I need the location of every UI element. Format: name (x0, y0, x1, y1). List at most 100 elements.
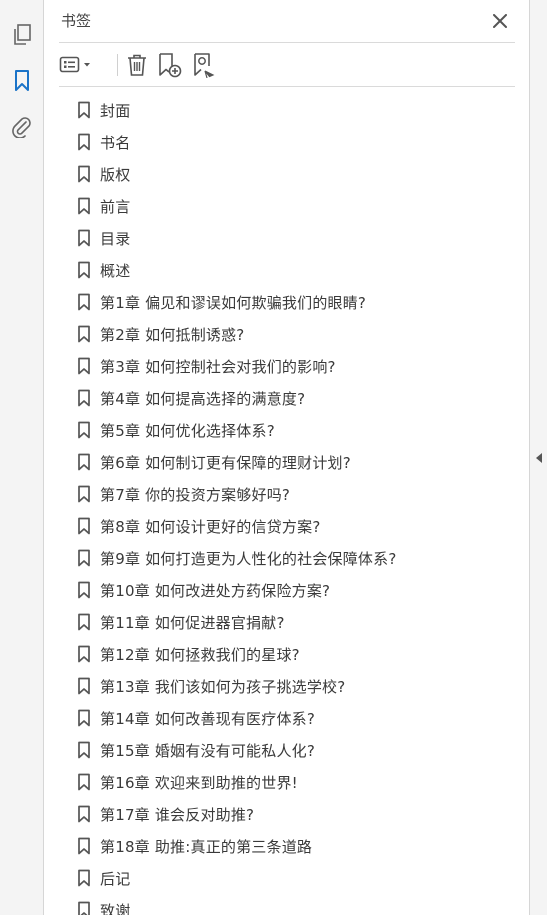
bookmark-icon (77, 325, 91, 343)
bookmark-label: 第12章 如何拯救我们的星球? (100, 646, 300, 664)
bookmark-label: 第13章 我们该如何为孩子挑选学校? (100, 678, 346, 696)
bookmark-label: 第1章 偏见和谬误如何欺骗我们的眼睛? (100, 294, 367, 312)
bookmark-item[interactable]: 书名 (59, 126, 505, 158)
bookmark-label: 第7章 你的投资方案够好吗? (100, 486, 291, 504)
bookmark-icon (77, 805, 91, 823)
collapse-arrow-icon[interactable] (535, 452, 543, 464)
bookmark-item[interactable]: 第7章 你的投资方案够好吗? (59, 478, 505, 510)
list-options-icon (59, 56, 90, 73)
bookmark-item[interactable]: 第14章 如何改善现有医疗体系? (59, 702, 505, 734)
bookmark-icon (77, 261, 91, 279)
bookmark-item[interactable]: 第4章 如何提高选择的满意度? (59, 382, 505, 414)
bookmark-label: 前言 (100, 198, 131, 216)
bookmark-item[interactable]: 目录 (59, 222, 505, 254)
bookmark-item[interactable]: 第10章 如何改进处方药保险方案? (59, 574, 505, 606)
bookmark-icon (77, 485, 91, 503)
bookmark-label: 第9章 如何打造更为人性化的社会保障体系? (100, 550, 397, 568)
bookmark-label: 致谢 (100, 902, 131, 915)
bookmark-item[interactable]: 第5章 如何优化选择体系? (59, 414, 505, 446)
bookmark-icon[interactable] (9, 68, 35, 94)
delete-button[interactable] (125, 52, 149, 78)
bookmark-label: 后记 (100, 870, 131, 888)
bookmark-label: 目录 (100, 230, 131, 248)
bookmark-icon (77, 741, 91, 759)
bookmark-label: 第4章 如何提高选择的满意度? (100, 390, 306, 408)
bookmark-item[interactable]: 第8章 如何设计更好的信贷方案? (59, 510, 505, 542)
bookmark-label: 第16章 欢迎来到助推的世界! (100, 774, 298, 792)
options-button[interactable] (59, 52, 95, 78)
bookmark-icon (77, 165, 91, 183)
bookmark-label: 概述 (100, 262, 131, 280)
bookmark-label: 第14章 如何改善现有医疗体系? (100, 710, 316, 728)
bookmark-icon (77, 837, 91, 855)
bookmark-icon (77, 709, 91, 727)
bookmark-item[interactable]: 第15章 婚姻有没有可能私人化? (59, 734, 505, 766)
bookmark-icon (77, 869, 91, 887)
bookmark-item[interactable]: 版权 (59, 158, 505, 190)
toolbar-separator (117, 54, 118, 76)
new-bookmark-button[interactable] (157, 52, 183, 78)
divider (59, 42, 515, 43)
bookmark-icon (77, 293, 91, 311)
bookmark-icon (77, 901, 91, 915)
bookmark-item[interactable]: 第17章 谁会反对助推? (59, 798, 505, 830)
bookmark-icon (77, 645, 91, 663)
bookmark-icon (77, 229, 91, 247)
close-icon[interactable] (489, 10, 511, 32)
bookmark-icon (77, 421, 91, 439)
bookmark-label: 第6章 如何制订更有保障的理财计划? (100, 454, 351, 472)
bookmark-label: 第11章 如何促进器官捐献? (100, 614, 285, 632)
bookmark-list: 封面书名版权前言目录概述第1章 偏见和谬误如何欺骗我们的眼睛? 第2章 如何抵制诱… (59, 94, 505, 915)
panel-collapse-strip[interactable] (529, 0, 547, 915)
trash-icon (128, 54, 146, 76)
bookmark-icon (77, 101, 91, 119)
bookmark-item[interactable]: 第16章 欢迎来到助推的世界! (59, 766, 505, 798)
panel-title: 书签 (61, 12, 92, 30)
bookmark-item[interactable]: 第9章 如何打造更为人性化的社会保障体系? (59, 542, 505, 574)
bookmark-item[interactable]: 前言 (59, 190, 505, 222)
bookmark-icon (77, 613, 91, 631)
bookmark-item[interactable]: 致谢 (59, 894, 505, 915)
new-bookmark-icon (159, 53, 182, 78)
paperclip-icon[interactable] (9, 114, 35, 140)
bookmark-label: 第18章 助推:真正的第三条道路 (100, 838, 313, 856)
bookmark-label: 第15章 婚姻有没有可能私人化? (100, 742, 316, 760)
divider (59, 86, 515, 87)
bookmark-icon (77, 677, 91, 695)
bookmark-icon (77, 389, 91, 407)
bookmark-icon (77, 517, 91, 535)
bookmark-label: 第5章 如何优化选择体系? (100, 422, 275, 440)
bookmark-item[interactable]: 第18章 助推:真正的第三条道路 (59, 830, 505, 862)
bookmarks-panel: 书签 封面 书名 版权 前言 目录 概述 第1章 偏见和谬误如何欺骗我们的眼睛?… (45, 0, 529, 915)
bookmark-label: 书名 (100, 134, 131, 152)
pages-icon[interactable] (9, 22, 35, 48)
bookmark-icon (77, 549, 91, 567)
bookmark-item[interactable]: 第6章 如何制订更有保障的理财计划? (59, 446, 505, 478)
bookmark-label: 第8章 如何设计更好的信贷方案? (100, 518, 321, 536)
bookmark-icon (77, 357, 91, 375)
bookmark-item[interactable]: 第1章 偏见和谬误如何欺骗我们的眼睛? (59, 286, 505, 318)
bookmark-item[interactable]: 第2章 如何抵制诱惑? (59, 318, 505, 350)
bookmark-label: 版权 (100, 166, 131, 184)
bookmark-label: 第2章 如何抵制诱惑? (100, 326, 245, 344)
bookmark-icon (77, 133, 91, 151)
find-bookmark-icon (194, 53, 215, 78)
find-bookmark-button[interactable] (191, 52, 217, 78)
bookmark-item[interactable]: 第3章 如何控制社会对我们的影响? (59, 350, 505, 382)
bookmarks-toolbar (59, 48, 515, 82)
bookmark-label: 第3章 如何控制社会对我们的影响? (100, 358, 336, 376)
bookmark-item[interactable]: 封面 (59, 94, 505, 126)
bookmark-icon (77, 197, 91, 215)
bookmark-item[interactable]: 第11章 如何促进器官捐献? (59, 606, 505, 638)
navigation-rail (0, 0, 44, 915)
bookmark-icon (77, 773, 91, 791)
bookmark-icon (77, 453, 91, 471)
bookmark-icon (77, 581, 91, 599)
bookmark-label: 第10章 如何改进处方药保险方案? (100, 582, 331, 600)
bookmark-item[interactable]: 第13章 我们该如何为孩子挑选学校? (59, 670, 505, 702)
bookmark-item[interactable]: 后记 (59, 862, 505, 894)
bookmark-label: 封面 (100, 102, 131, 120)
bookmark-label: 第17章 谁会反对助推? (100, 806, 255, 824)
bookmark-item[interactable]: 第12章 如何拯救我们的星球? (59, 638, 505, 670)
bookmark-item[interactable]: 概述 (59, 254, 505, 286)
